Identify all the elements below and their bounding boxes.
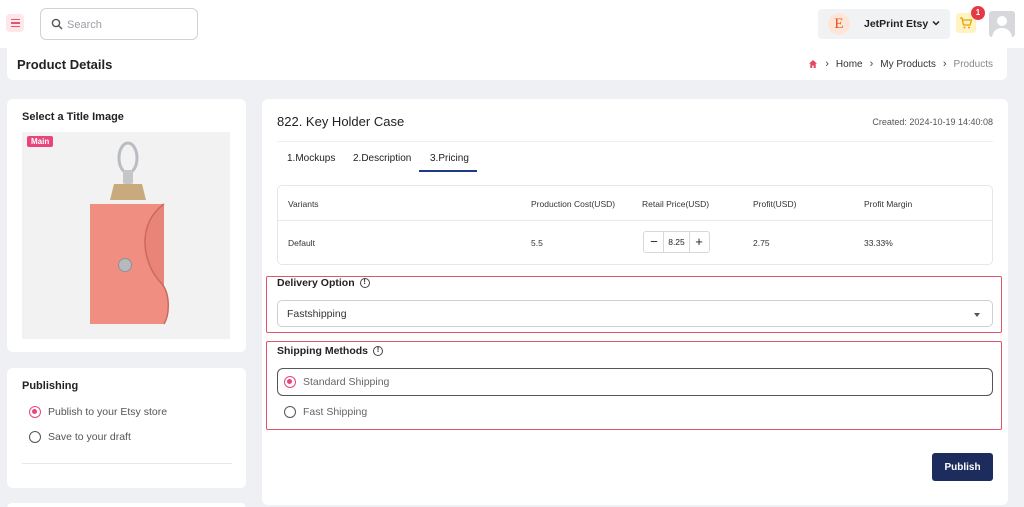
product-title: 822. Key Holder Case bbox=[277, 114, 405, 129]
delivery-option-label: Delivery Option bbox=[277, 277, 355, 289]
search-icon bbox=[51, 18, 63, 30]
tab-pricing[interactable]: 3.Pricing bbox=[430, 153, 469, 164]
breadcrumb-my-products[interactable]: My Products bbox=[880, 59, 936, 70]
publish-to-etsy-option[interactable]: Publish to your Etsy store bbox=[29, 406, 167, 418]
user-icon bbox=[992, 16, 1012, 37]
cell-profit: 2.75 bbox=[753, 238, 770, 248]
product-image[interactable]: Main bbox=[22, 132, 230, 339]
save-to-draft-label: Save to your draft bbox=[48, 431, 131, 443]
pricing-table: Variants Production Cost(USD) Retail Pri… bbox=[277, 185, 993, 265]
created-timestamp: Created: 2024-10-19 14:40:08 bbox=[872, 117, 993, 127]
tab-description[interactable]: 2.Description bbox=[353, 153, 411, 164]
delivery-option-value: Fastshipping bbox=[287, 308, 347, 320]
avatar[interactable] bbox=[989, 11, 1015, 37]
retail-price-input[interactable]: 8.25 bbox=[663, 232, 690, 252]
home-icon[interactable] bbox=[808, 59, 818, 69]
radio-selected-icon[interactable] bbox=[284, 376, 296, 388]
publishing-panel: Publishing Publish to your Etsy store Sa… bbox=[7, 368, 246, 488]
column-header-profit: Profit(USD) bbox=[753, 199, 797, 209]
delivery-option-select[interactable]: Fastshipping bbox=[277, 300, 993, 327]
breadcrumb-separator: › bbox=[825, 58, 829, 70]
store-selector[interactable]: E JetPrint Etsy bbox=[818, 9, 950, 39]
search-input[interactable] bbox=[67, 15, 187, 35]
standard-shipping-label: Standard Shipping bbox=[303, 376, 390, 388]
decrement-button[interactable]: − bbox=[645, 233, 663, 251]
menu-icon[interactable] bbox=[6, 14, 24, 32]
page-title-bar: Product Details › Home › My Products › P… bbox=[7, 48, 1007, 80]
breadcrumb-home[interactable]: Home bbox=[836, 59, 863, 70]
cell-production-cost: 5.5 bbox=[531, 238, 543, 248]
chevron-down-icon bbox=[932, 20, 940, 26]
delivery-option-heading: Delivery Option ! bbox=[277, 277, 370, 289]
divider bbox=[277, 141, 993, 142]
breadcrumb: › Home › My Products › Products bbox=[808, 58, 993, 70]
main-image-tag: Main bbox=[27, 136, 54, 147]
next-panel bbox=[7, 503, 246, 507]
radio-unselected-icon[interactable] bbox=[29, 431, 41, 443]
breadcrumb-separator: › bbox=[869, 58, 874, 70]
page-title: Product Details bbox=[17, 57, 113, 72]
radio-unselected-icon[interactable] bbox=[284, 406, 296, 418]
standard-shipping-option[interactable]: Standard Shipping bbox=[284, 376, 389, 388]
divider bbox=[22, 463, 232, 464]
shipping-methods-heading: Shipping Methods ! bbox=[277, 345, 383, 357]
cell-profit-margin: 33.33% bbox=[864, 238, 893, 248]
title-image-heading: Select a Title Image bbox=[22, 111, 124, 123]
increment-button[interactable]: + bbox=[690, 233, 708, 251]
caret-down-icon bbox=[974, 313, 980, 317]
tab-mockups[interactable]: 1.Mockups bbox=[287, 153, 335, 164]
title-image-panel: Select a Title Image Main bbox=[7, 99, 246, 352]
radio-selected-icon[interactable] bbox=[29, 406, 41, 418]
info-icon[interactable]: ! bbox=[373, 346, 383, 356]
top-bar: E JetPrint Etsy 1 bbox=[0, 0, 1024, 48]
search-box[interactable] bbox=[40, 8, 198, 40]
cart-icon bbox=[960, 17, 973, 29]
publishing-heading: Publishing bbox=[22, 380, 79, 392]
breadcrumb-products: Products bbox=[953, 58, 993, 70]
cell-variant: Default bbox=[288, 238, 315, 248]
column-header-profit-margin: Profit Margin bbox=[864, 199, 913, 209]
key-holder-case-image bbox=[90, 141, 169, 325]
save-to-draft-option[interactable]: Save to your draft bbox=[29, 431, 131, 443]
shipping-methods-label: Shipping Methods bbox=[277, 345, 368, 357]
fast-shipping-label: Fast Shipping bbox=[303, 406, 368, 418]
info-icon[interactable]: ! bbox=[359, 278, 370, 288]
store-name: JetPrint Etsy bbox=[864, 18, 929, 30]
table-row-divider bbox=[278, 220, 992, 221]
active-tab-indicator bbox=[419, 170, 477, 172]
retail-price-stepper[interactable]: − 8.25 + bbox=[643, 231, 710, 253]
breadcrumb-separator: › bbox=[942, 58, 947, 70]
fast-shipping-option[interactable]: Fast Shipping bbox=[284, 406, 367, 418]
cart-count-badge: 1 bbox=[971, 6, 985, 20]
publish-button[interactable]: Publish bbox=[932, 453, 993, 481]
column-header-production-cost: Production Cost(USD) bbox=[531, 199, 616, 209]
etsy-logo: E bbox=[828, 13, 850, 35]
column-header-variants: Variants bbox=[288, 199, 319, 209]
product-main-panel: 822. Key Holder Case Created: 2024-10-19… bbox=[262, 99, 1008, 505]
publish-to-etsy-label: Publish to your Etsy store bbox=[48, 406, 168, 418]
column-header-retail-price: Retail Price(USD) bbox=[642, 199, 710, 209]
